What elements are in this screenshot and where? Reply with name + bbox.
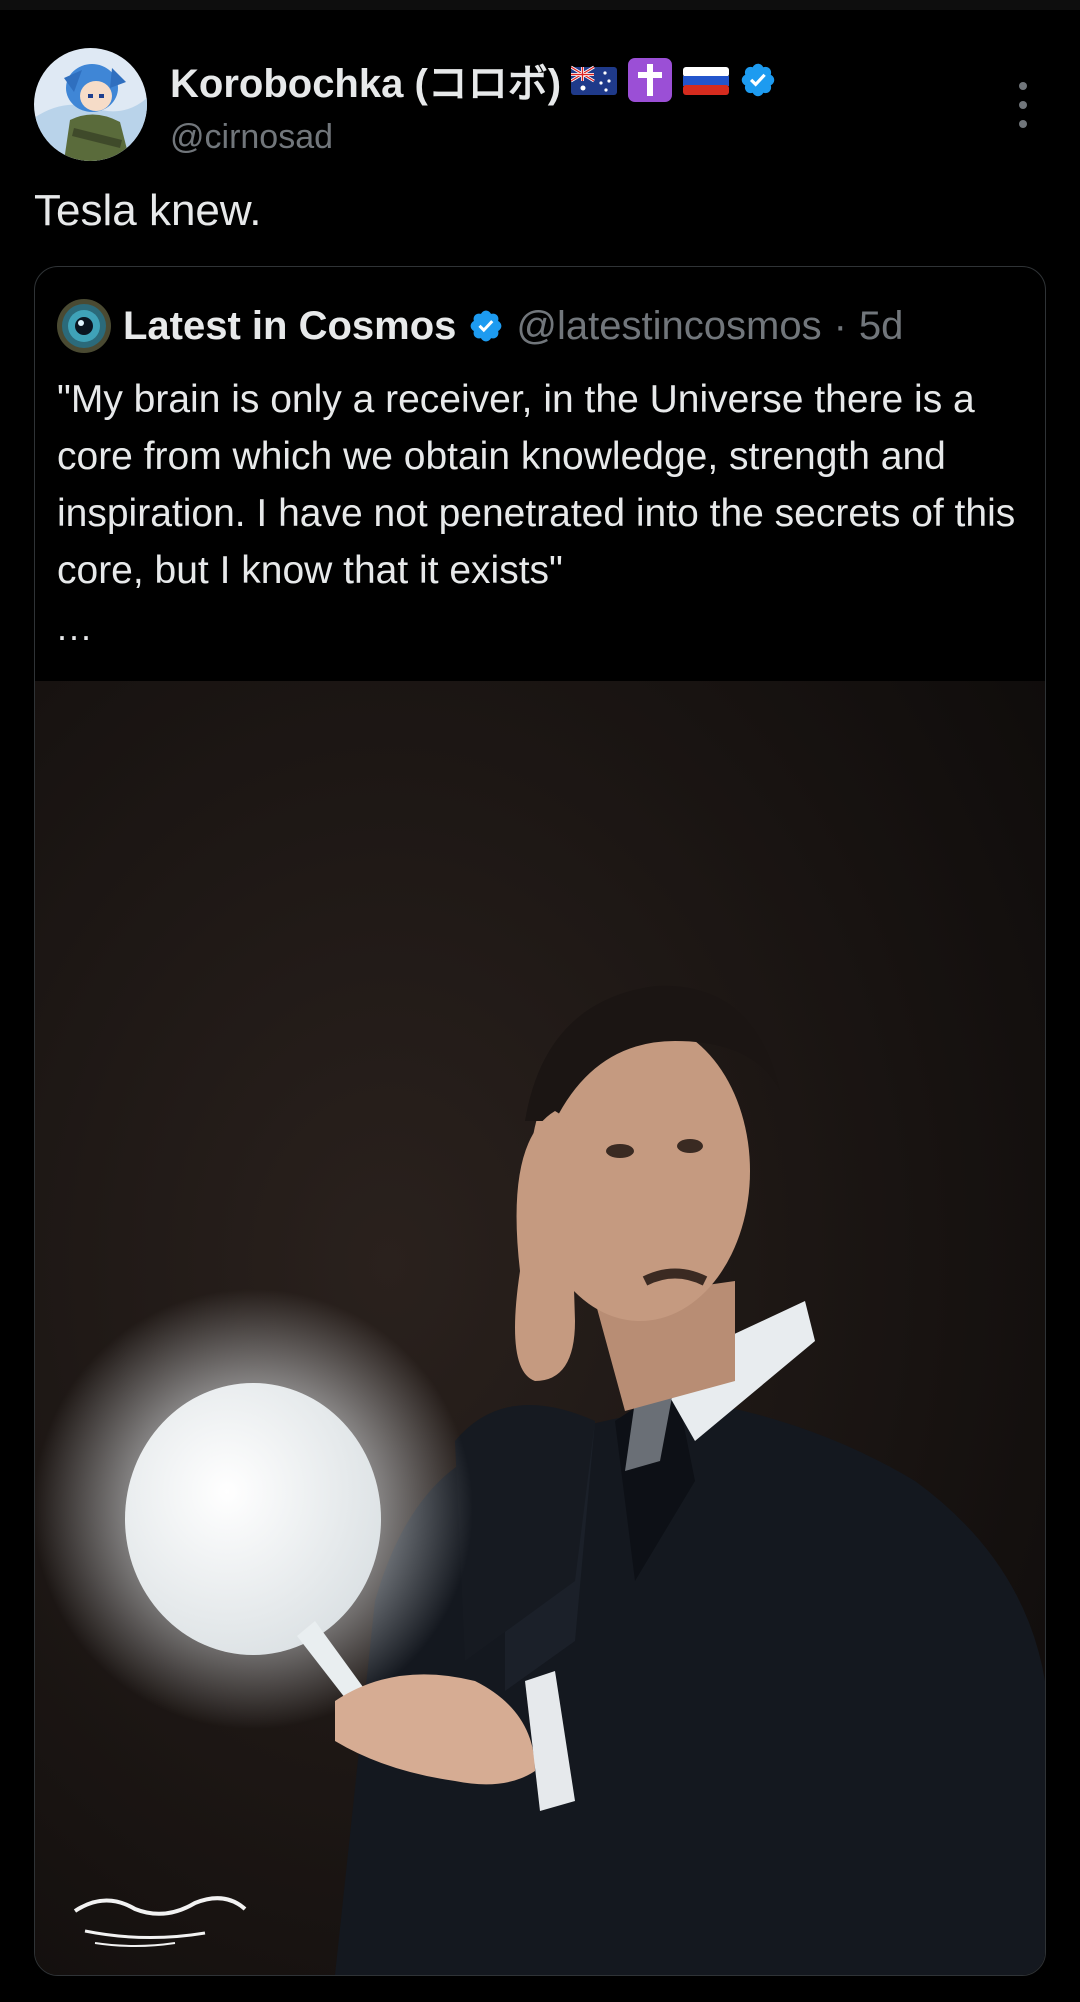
quoted-author-handle[interactable]: @latestincosmos [516, 304, 821, 349]
author-handle[interactable]: @cirnosad [170, 118, 333, 157]
author-name[interactable]: Korobochka (コロボ) [170, 51, 561, 109]
truncation-ellipsis: ... [57, 607, 94, 648]
post: Korobochka (コロボ) @cirnosad Tesla knew. L… [0, 0, 1080, 2002]
portrait-illustration [35, 681, 1045, 1975]
quoted-text: "My brain is only a receiver, in the Uni… [57, 378, 1016, 592]
meta-separator: · [833, 303, 847, 348]
verified-badge-icon [471, 310, 502, 342]
russia-flag-icon [683, 67, 730, 95]
author-row: Korobochka (コロボ) [170, 56, 777, 106]
australia-flag-icon [571, 65, 618, 95]
quoted-author-row: Latest in Cosmos @latestincosmos · 5d [57, 297, 903, 355]
quoted-post[interactable]: Latest in Cosmos @latestincosmos · 5d "M… [34, 266, 1046, 1976]
quoted-avatar[interactable] [57, 299, 111, 353]
avatar-image [34, 48, 147, 161]
more-dot [1019, 120, 1027, 128]
avatar[interactable] [34, 48, 147, 161]
quoted-author-name[interactable]: Latest in Cosmos [123, 304, 456, 349]
latin-cross-icon [628, 58, 673, 102]
post-text: Tesla knew. [34, 186, 262, 235]
verified-badge-icon [741, 63, 775, 97]
tesla-portrait-photo[interactable] [35, 681, 1045, 1975]
more-dot [1019, 101, 1027, 109]
post-timestamp[interactable]: 5d [859, 304, 904, 349]
more-options-icon[interactable] [1006, 82, 1040, 128]
cosmos-eye-icon [57, 299, 111, 353]
more-dot [1019, 82, 1027, 90]
